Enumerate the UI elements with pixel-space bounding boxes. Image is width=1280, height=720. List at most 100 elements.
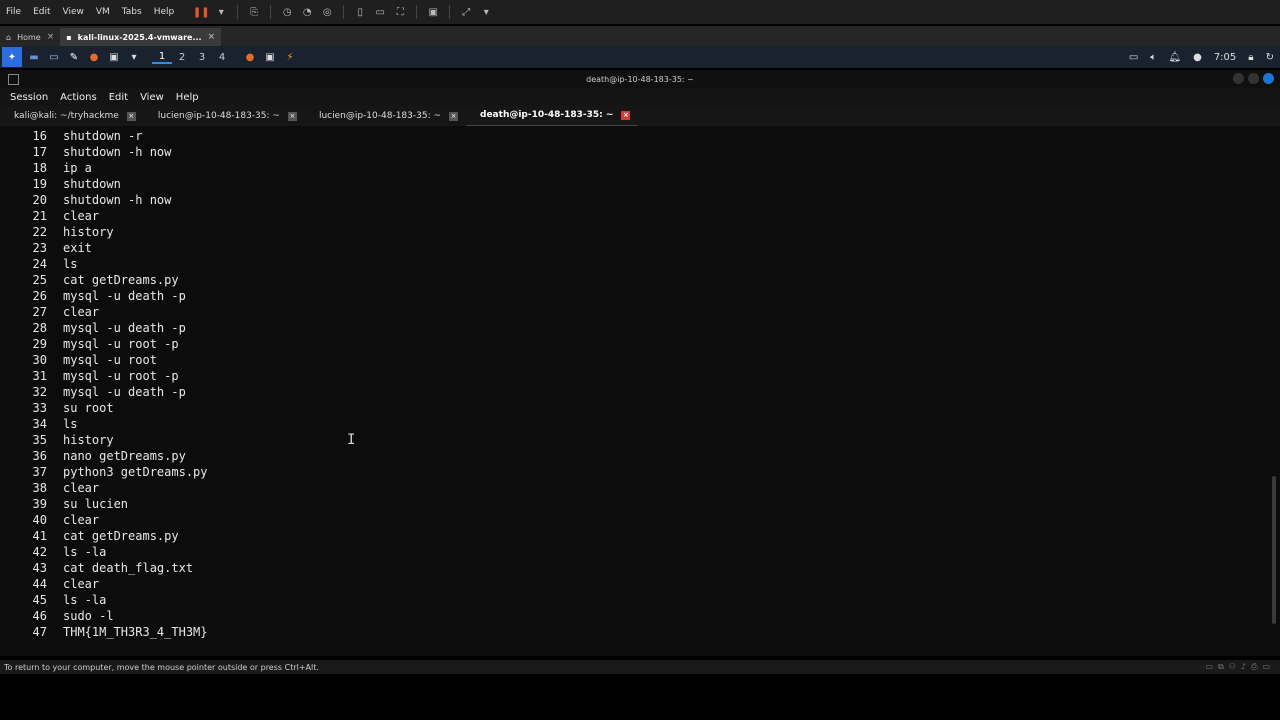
- firefox-window-icon[interactable]: ●: [242, 49, 258, 65]
- chevron-down-icon[interactable]: ▾: [214, 5, 228, 19]
- history-number: 32: [32, 385, 47, 399]
- snapshot-icon[interactable]: ◷: [280, 5, 294, 19]
- console-view-icon[interactable]: ▣: [426, 5, 440, 19]
- volume-icon[interactable]: 🔈︎: [1150, 52, 1156, 63]
- history-command: shutdown: [63, 177, 121, 191]
- terminal-window-icon[interactable]: ▣: [262, 49, 278, 65]
- chevron-down-icon[interactable]: ▾: [479, 5, 493, 19]
- display-device-icon[interactable]: ▭: [1262, 662, 1270, 672]
- history-line: 47 THM{1M_TH3R3_4_TH3M}: [0, 624, 208, 640]
- chevron-down-icon[interactable]: ▾: [126, 49, 142, 65]
- terminal-tab-lucien-2[interactable]: lucien@ip-10-48-183-35: ~ ×: [305, 106, 466, 126]
- history-number: 41: [32, 529, 47, 543]
- close-icon[interactable]: ×: [287, 111, 297, 121]
- send-ctrl-alt-del-icon[interactable]: ⎘: [247, 5, 261, 19]
- minimize-icon[interactable]: [1233, 73, 1244, 84]
- menu-session[interactable]: Session: [0, 92, 48, 103]
- history-number: 23: [32, 241, 47, 255]
- history-number: 25: [32, 273, 47, 287]
- history-line: 37 python3 getDreams.py: [0, 464, 208, 480]
- display-icon[interactable]: ▭: [1129, 52, 1138, 63]
- history-line: 23 exit: [0, 240, 208, 256]
- history-command: ls: [63, 417, 78, 431]
- close-icon[interactable]: ×: [47, 32, 55, 42]
- vm-menu-view[interactable]: View: [57, 7, 90, 17]
- history-command: history: [63, 225, 114, 239]
- history-line: 45 ls -la: [0, 592, 208, 608]
- menu-edit[interactable]: Edit: [99, 92, 128, 103]
- history-number: 22: [32, 225, 47, 239]
- hdd-icon[interactable]: ▭: [1205, 662, 1213, 672]
- history-number: 19: [32, 177, 47, 191]
- workspace-2[interactable]: 2: [172, 52, 192, 63]
- vm-menu-vm[interactable]: VM: [90, 7, 116, 17]
- folder-icon[interactable]: ▭: [46, 49, 62, 65]
- history-line: 26 mysql -u death -p: [0, 288, 208, 304]
- history-number: 47: [32, 625, 47, 639]
- vm-tab-home[interactable]: ⌂ Home ×: [0, 28, 60, 46]
- tab-label: lucien@ip-10-48-183-35: ~: [318, 111, 442, 121]
- sidebar-icon[interactable]: ▯: [353, 5, 367, 19]
- bell-icon[interactable]: 🔔︎: [1168, 52, 1181, 63]
- printer-icon[interactable]: ⎙: [1251, 662, 1257, 672]
- history-command: mysql -u root -p: [63, 369, 179, 383]
- thumbnail-icon[interactable]: ▭: [373, 5, 387, 19]
- terminal-tab-lucien-1[interactable]: lucien@ip-10-48-183-35: ~ ×: [144, 106, 305, 126]
- clock[interactable]: 7:05: [1214, 52, 1236, 63]
- pause-icon[interactable]: ❚❚: [193, 5, 210, 19]
- burp-window-icon[interactable]: ⚡: [282, 49, 298, 65]
- refresh-icon[interactable]: ↻: [1266, 52, 1274, 63]
- workspace-1[interactable]: 1: [152, 51, 172, 64]
- snapshot-manager-icon[interactable]: ◎: [320, 5, 334, 19]
- close-icon[interactable]: ×: [208, 32, 216, 42]
- lock-icon[interactable]: 🔒︎: [1248, 52, 1253, 63]
- terminal-icon[interactable]: ▣: [106, 49, 122, 65]
- close-icon[interactable]: ×: [449, 111, 459, 121]
- workspace-4[interactable]: 4: [212, 52, 232, 63]
- terminal-tab-kali[interactable]: kali@kali: ~/tryhackme ×: [0, 106, 144, 126]
- toolbar-divider: [416, 5, 418, 19]
- vm-menu-file[interactable]: File: [0, 7, 27, 17]
- kali-dragon-icon[interactable]: ✦: [2, 47, 22, 67]
- history-number: 43: [32, 561, 47, 575]
- maximize-icon[interactable]: [1248, 73, 1259, 84]
- history-line: 39 su lucien: [0, 496, 208, 512]
- device-icons: ▭ ⧉ ⚇ ♪ ⎙ ▭: [1205, 662, 1270, 672]
- stretch-icon[interactable]: ⤢: [459, 5, 473, 19]
- vm-menu-edit[interactable]: Edit: [27, 7, 56, 17]
- fullscreen-icon[interactable]: ⛶: [393, 5, 407, 19]
- desktop-icon[interactable]: ▬: [26, 49, 42, 65]
- menu-view[interactable]: View: [130, 92, 164, 103]
- terminal-scrollbar[interactable]: [1272, 476, 1276, 624]
- terminal-output[interactable]: 16 shutdown -r 17 shutdown -h now 18 ip a 19 sh…: [0, 126, 1280, 656]
- menu-actions[interactable]: Actions: [50, 92, 97, 103]
- history-command: clear: [63, 481, 100, 495]
- close-icon[interactable]: ×: [126, 111, 136, 121]
- vm-menu-tabs[interactable]: Tabs: [116, 7, 148, 17]
- firefox-icon[interactable]: ●: [86, 49, 102, 65]
- revert-snapshot-icon[interactable]: ◔: [300, 5, 314, 19]
- history-command: exit: [63, 241, 92, 255]
- history-line: 40 clear: [0, 512, 208, 528]
- vm-menu-help[interactable]: Help: [148, 7, 181, 17]
- history-line: 41 cat getDreams.py: [0, 528, 208, 544]
- close-icon[interactable]: [1263, 73, 1274, 84]
- history-number: 35: [32, 433, 47, 447]
- history-line: 29 mysql -u root -p: [0, 336, 208, 352]
- power-status-icon[interactable]: ●: [1193, 52, 1202, 63]
- close-icon[interactable]: ×: [621, 110, 631, 120]
- sound-icon[interactable]: ♪: [1241, 662, 1246, 672]
- status-message: To return to your computer, move the mou…: [4, 662, 319, 672]
- history-line: 35 history: [0, 432, 208, 448]
- history-number: 36: [32, 449, 47, 463]
- usb-icon[interactable]: ⚇: [1229, 662, 1236, 672]
- network-icon[interactable]: ⧉: [1218, 662, 1224, 672]
- text-editor-icon[interactable]: ✎: [66, 49, 82, 65]
- workspace-3[interactable]: 3: [192, 52, 212, 63]
- history-line: 36 nano getDreams.py: [0, 448, 208, 464]
- menu-help[interactable]: Help: [166, 92, 199, 103]
- terminal-tab-death[interactable]: death@ip-10-48-183-35: ~ ×: [466, 105, 639, 127]
- history-command: cat getDreams.py: [63, 273, 179, 287]
- vm-tab-kali[interactable]: ▪ kali-linux-2025.4-vmware... ×: [60, 28, 222, 46]
- vm-tab-label: Home: [17, 32, 41, 42]
